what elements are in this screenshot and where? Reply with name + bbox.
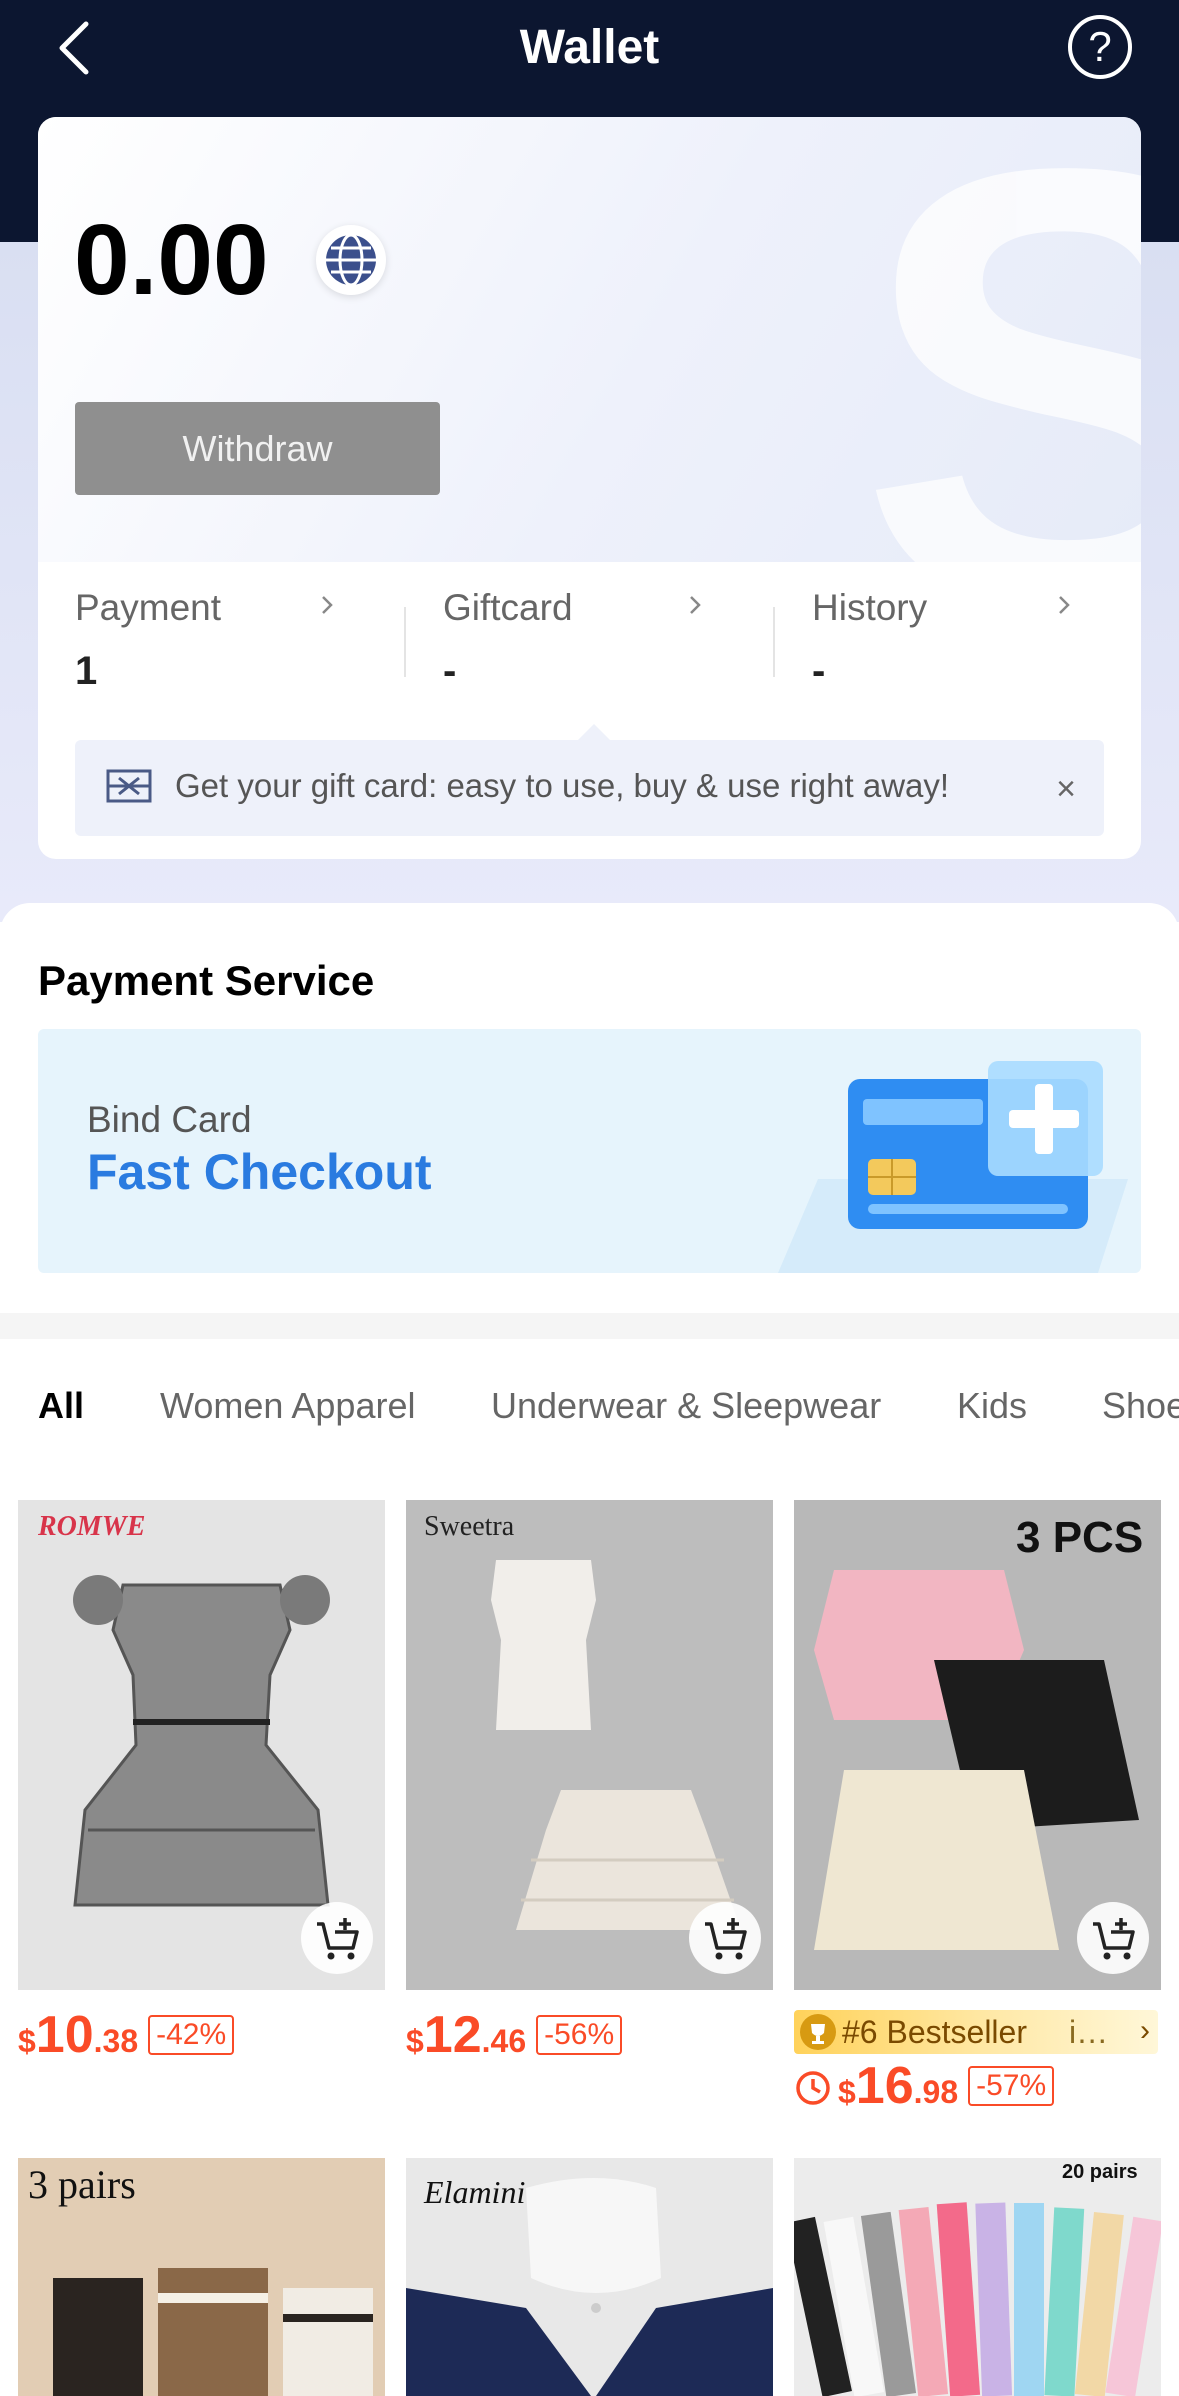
- brand-logo: Elamini: [423, 2174, 525, 2210]
- overlay-text: 3 PCS: [1016, 1513, 1143, 1562]
- bind-card-label: Bind Card: [87, 1099, 252, 1140]
- withdraw-button[interactable]: Withdraw: [75, 402, 440, 495]
- stat-payment[interactable]: Payment 1: [75, 587, 375, 707]
- discount-badge: -56%: [536, 2015, 623, 2055]
- product-price: $12.46 -56%: [406, 2005, 623, 2064]
- product-card[interactable]: 3 PCS: [794, 1500, 1161, 1990]
- product-card[interactable]: Sweetra: [406, 1500, 773, 1990]
- stat-giftcard-label: Giftcard: [443, 587, 573, 628]
- giftcard-tip[interactable]: Get your gift card: easy to use, buy & u…: [75, 740, 1104, 836]
- payment-service-section: Payment Service Bind Card Fast Checkout: [0, 903, 1179, 1313]
- product-image: Elamini: [406, 2158, 773, 2396]
- brand-logo: ROMWE: [37, 1511, 145, 1542]
- overlay-text: 20 pairs: [1062, 2161, 1138, 2183]
- add-to-cart-button[interactable]: [1077, 1902, 1149, 1974]
- price-decimal: .38: [93, 2023, 139, 2059]
- price-currency: $: [406, 2023, 424, 2059]
- product-card[interactable]: Elamini: [406, 2158, 773, 2396]
- wallet-balance: 0.00: [74, 204, 269, 316]
- add-to-cart-icon: [705, 1918, 747, 1960]
- wallet-card: S 0.00 Withdraw Payment 1 Giftcard - His…: [38, 117, 1141, 859]
- add-to-cart-button[interactable]: [689, 1902, 761, 1974]
- product-price: $16.98 -57%: [794, 2056, 1055, 2115]
- product-image: 20 pairs: [794, 2158, 1161, 2396]
- ticket-icon: [106, 769, 152, 803]
- stat-divider: [773, 607, 775, 677]
- tip-close-button[interactable]: ×: [1056, 770, 1076, 809]
- section-title: Payment Service: [38, 957, 375, 1004]
- globe-icon: [326, 233, 376, 287]
- stat-payment-label: Payment: [75, 587, 222, 628]
- add-to-cart-button[interactable]: [301, 1902, 373, 1974]
- product-image: 3 pairs: [18, 2158, 385, 2396]
- tab-all[interactable]: All: [38, 1385, 84, 1427]
- tip-text: Get your gift card: easy to use, buy & u…: [175, 767, 950, 804]
- stat-history-label: History: [812, 587, 928, 628]
- price-currency: $: [18, 2023, 36, 2059]
- help-button[interactable]: ?: [1068, 15, 1132, 79]
- tab-underwear-sleepwear[interactable]: Underwear & Sleepwear: [491, 1385, 881, 1427]
- discount-badge: -42%: [148, 2015, 235, 2055]
- chevron-right-icon: [1059, 596, 1070, 614]
- price-decimal: .98: [913, 2074, 959, 2110]
- nav-bar: Wallet ?: [0, 0, 1179, 100]
- stat-payment-value: 1: [75, 649, 98, 693]
- tab-women-apparel[interactable]: Women Apparel: [160, 1385, 415, 1427]
- chevron-right-icon: ›: [1140, 2014, 1150, 2047]
- product-card[interactable]: 20 pairs: [794, 2158, 1161, 2396]
- stat-divider: [404, 607, 406, 677]
- discount-badge: -57%: [968, 2066, 1055, 2106]
- stat-giftcard[interactable]: Giftcard -: [443, 587, 743, 707]
- question-circle-icon: ?: [1088, 23, 1112, 70]
- brand-logo: Sweetra: [424, 1511, 515, 1542]
- tab-shoes[interactable]: Shoe: [1102, 1385, 1179, 1427]
- bestseller-more: i…: [1069, 2014, 1109, 2050]
- price-currency: $: [838, 2074, 856, 2110]
- chevron-right-icon: [690, 596, 701, 614]
- price-decimal: .46: [481, 2023, 527, 2059]
- product-card[interactable]: ROMWE: [18, 1500, 385, 1990]
- stat-history[interactable]: History -: [812, 587, 1112, 707]
- price-integer: 10: [35, 2006, 94, 2064]
- tip-pointer: [578, 724, 610, 740]
- bestseller-text: #6 Bestseller: [842, 2014, 1027, 2050]
- section-divider: [0, 1313, 1179, 1339]
- add-to-cart-icon: [1093, 1918, 1135, 1960]
- overlay-text: 3 pairs: [28, 2162, 136, 2207]
- credit-card-icon: [778, 1061, 1128, 1273]
- product-price: $10.38 -42%: [18, 2005, 235, 2064]
- add-to-cart-icon: [317, 1918, 359, 1960]
- chevron-right-icon: [322, 596, 333, 614]
- fast-checkout-label: Fast Checkout: [87, 1144, 432, 1200]
- stat-history-value: -: [812, 649, 826, 693]
- trophy-icon: [800, 2014, 836, 2050]
- bind-card-banner[interactable]: Bind Card Fast Checkout: [38, 1029, 1141, 1273]
- category-tabs: All Women Apparel Underwear & Sleepwear …: [0, 1370, 1179, 1444]
- stat-giftcard-value: -: [443, 649, 457, 693]
- wallet-hero: S: [38, 117, 1141, 697]
- clock-icon: [796, 2071, 830, 2105]
- page-title: Wallet: [519, 21, 660, 74]
- bestseller-badge[interactable]: #6 Bestseller i… ›: [794, 2010, 1158, 2054]
- price-integer: 12: [423, 2006, 482, 2064]
- currency-button[interactable]: [316, 225, 386, 295]
- product-card[interactable]: 3 pairs: [18, 2158, 385, 2396]
- tab-kids[interactable]: Kids: [957, 1385, 1027, 1427]
- price-integer: 16: [855, 2057, 914, 2115]
